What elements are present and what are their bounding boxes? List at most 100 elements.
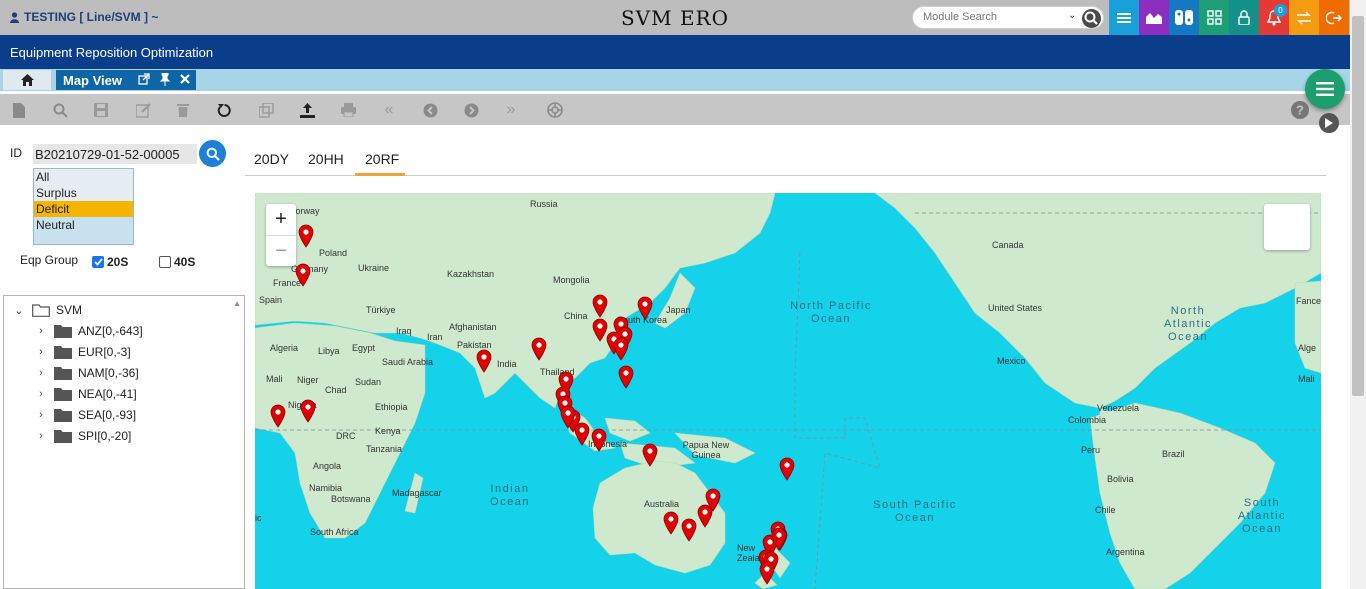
id-search-button[interactable] bbox=[199, 140, 226, 167]
user-menu[interactable]: TESTING [ Line/SVM ] ~ bbox=[10, 10, 158, 24]
print-icon[interactable] bbox=[340, 102, 356, 118]
status-option-neutral[interactable]: Neutral bbox=[34, 217, 133, 233]
zoom-control: + − bbox=[266, 204, 296, 266]
map-marker-icon[interactable] bbox=[771, 527, 787, 551]
delete-icon[interactable] bbox=[175, 102, 191, 118]
grid-icon[interactable] bbox=[1199, 0, 1229, 35]
search-icon bbox=[206, 147, 220, 161]
page-scrollbar[interactable] bbox=[1350, 0, 1366, 589]
status-option-surplus[interactable]: Surplus bbox=[34, 185, 133, 201]
checkbox-unchecked-icon[interactable] bbox=[159, 256, 171, 268]
tab-map-view[interactable]: Map View bbox=[56, 70, 196, 90]
chevron-right-icon[interactable]: › bbox=[34, 367, 48, 379]
chart-icon[interactable] bbox=[1139, 0, 1169, 35]
logout-icon[interactable] bbox=[1319, 0, 1349, 35]
map-marker-icon[interactable] bbox=[613, 337, 629, 361]
chevron-right-icon[interactable]: › bbox=[34, 325, 48, 337]
map-marker-icon[interactable] bbox=[681, 518, 697, 542]
prev-icon[interactable] bbox=[422, 102, 438, 118]
status-option-deficit[interactable]: Deficit bbox=[34, 201, 133, 217]
play-icon[interactable] bbox=[1319, 113, 1339, 133]
map-tab-20dy[interactable]: 20DY bbox=[254, 151, 289, 167]
map-marker-icon[interactable] bbox=[574, 422, 590, 446]
upload-icon[interactable] bbox=[299, 102, 315, 118]
eqp-40s-checkbox[interactable]: 40S bbox=[159, 255, 195, 269]
tree-node-nea[interactable]: › NEA[0,-41] bbox=[34, 387, 137, 401]
chevron-right-icon[interactable]: › bbox=[34, 346, 48, 358]
notification-badge: 0 bbox=[1274, 4, 1287, 17]
checkbox-checked-icon[interactable] bbox=[92, 256, 104, 268]
tab-strip: Map View bbox=[0, 69, 1350, 91]
new-icon[interactable] bbox=[11, 102, 27, 118]
search-icon[interactable] bbox=[52, 102, 68, 118]
tree-node-sea[interactable]: › SEA[0,-93] bbox=[34, 408, 136, 422]
map-label: Kazakhstan bbox=[447, 269, 495, 279]
pin-icon[interactable] bbox=[159, 72, 171, 89]
zoom-out-button[interactable]: − bbox=[266, 235, 296, 266]
home-tab[interactable] bbox=[3, 70, 51, 90]
close-icon[interactable] bbox=[180, 73, 190, 87]
id-input[interactable] bbox=[33, 144, 197, 164]
map-label: Australia bbox=[644, 499, 680, 509]
chevron-down-icon[interactable]: ⌄ bbox=[12, 304, 26, 317]
map-tab-20hh[interactable]: 20HH bbox=[308, 151, 344, 167]
search-icon[interactable] bbox=[1082, 9, 1101, 28]
ocean-label: South Atlantic Ocean bbox=[1237, 497, 1287, 535]
edit-icon[interactable] bbox=[135, 102, 151, 118]
map-marker-icon[interactable] bbox=[779, 457, 795, 481]
eqp-20s-checkbox[interactable]: 20S bbox=[92, 255, 128, 269]
tree-node-root[interactable]: ⌄ SVM bbox=[12, 303, 82, 317]
map-marker-icon[interactable] bbox=[270, 404, 286, 428]
last-icon[interactable]: » bbox=[503, 101, 519, 118]
map-marker-icon[interactable] bbox=[642, 443, 658, 467]
map-label: Botswana bbox=[331, 494, 371, 504]
lock-icon[interactable] bbox=[1229, 0, 1259, 35]
zoom-in-button[interactable]: + bbox=[266, 204, 296, 235]
bell-icon[interactable]: 0 bbox=[1259, 0, 1289, 35]
help-icon[interactable]: ? bbox=[1291, 101, 1309, 119]
tree-node-anz[interactable]: › ANZ[0,-643] bbox=[34, 324, 143, 338]
menu-icon[interactable] bbox=[1109, 0, 1139, 35]
scrollbar-thumb[interactable] bbox=[1352, 16, 1364, 396]
map-view[interactable]: Russia Norway Poland Germany France Spai… bbox=[255, 193, 1321, 589]
map-marker-icon[interactable] bbox=[295, 263, 311, 287]
chevron-right-icon[interactable]: › bbox=[34, 430, 48, 442]
first-icon[interactable]: « bbox=[381, 101, 397, 118]
map-marker-icon[interactable] bbox=[591, 428, 607, 452]
region-tree: ▲ ⌄ SVM › ANZ[0,-643] › EUR[0,-3] › NAM[… bbox=[3, 295, 245, 589]
map-label: Japan bbox=[666, 305, 691, 315]
module-search-input[interactable] bbox=[923, 11, 1071, 23]
map-marker-icon[interactable] bbox=[298, 224, 314, 248]
floating-menu-button[interactable] bbox=[1305, 69, 1345, 109]
status-option-all[interactable]: All bbox=[34, 169, 133, 185]
map-tab-20rf[interactable]: 20RF bbox=[365, 151, 399, 167]
copy-icon[interactable] bbox=[258, 102, 274, 118]
module-search[interactable]: ⌄ bbox=[912, 6, 1104, 29]
chevron-down-icon[interactable]: ⌄ bbox=[1068, 10, 1076, 21]
scroll-up-icon[interactable]: ▲ bbox=[233, 299, 241, 308]
refresh-icon[interactable] bbox=[216, 102, 232, 118]
switch-icon[interactable] bbox=[1169, 0, 1199, 35]
chevron-right-icon[interactable]: › bbox=[34, 388, 48, 400]
next-icon[interactable] bbox=[463, 102, 479, 118]
transfer-icon[interactable] bbox=[1289, 0, 1319, 35]
tree-node-eur[interactable]: › EUR[0,-3] bbox=[34, 345, 131, 359]
chevron-right-icon[interactable]: › bbox=[34, 409, 48, 421]
map-marker-icon[interactable] bbox=[618, 365, 634, 389]
map-marker-icon[interactable] bbox=[697, 504, 713, 528]
tree-node-nam[interactable]: › NAM[0,-36] bbox=[34, 366, 139, 380]
status-listbox[interactable]: All Surplus Deficit Neutral bbox=[33, 168, 134, 245]
tree-node-label: SVM bbox=[56, 303, 83, 317]
map-marker-icon[interactable] bbox=[592, 294, 608, 318]
map-marker-icon[interactable] bbox=[637, 296, 653, 320]
map-marker-icon[interactable] bbox=[531, 337, 547, 361]
external-link-icon[interactable] bbox=[138, 73, 150, 88]
map-marker-icon[interactable] bbox=[663, 511, 679, 535]
map-marker-icon[interactable] bbox=[300, 399, 316, 423]
map-marker-icon[interactable] bbox=[759, 561, 775, 585]
tree-node-spi[interactable]: › SPI[0,-20] bbox=[34, 429, 131, 443]
fullscreen-button[interactable] bbox=[1264, 204, 1310, 250]
save-icon[interactable] bbox=[93, 102, 109, 118]
globe-icon[interactable] bbox=[547, 102, 563, 118]
map-marker-icon[interactable] bbox=[476, 349, 492, 373]
